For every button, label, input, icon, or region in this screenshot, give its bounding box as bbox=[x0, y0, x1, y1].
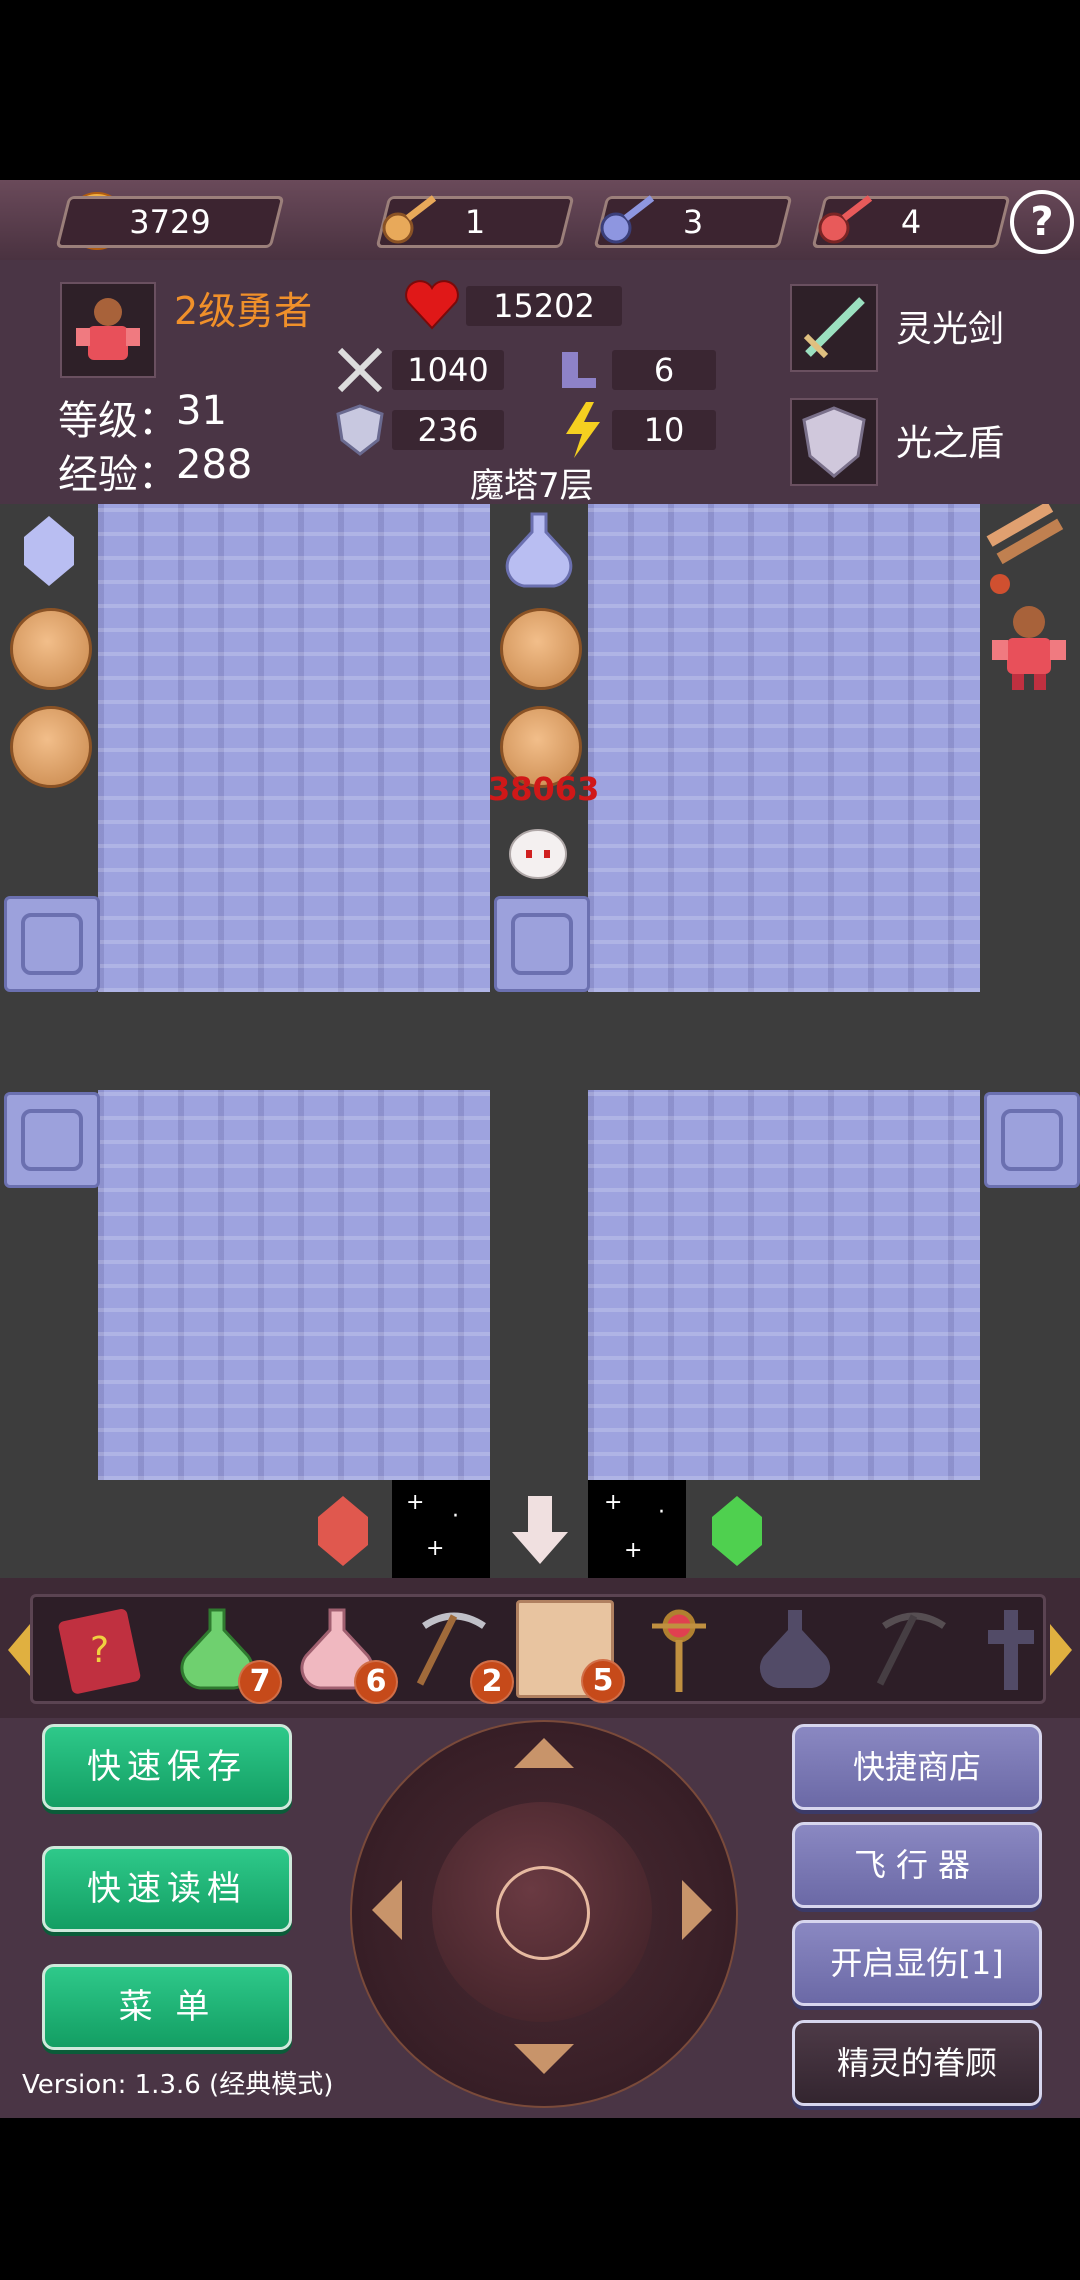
shield-slot[interactable] bbox=[790, 398, 878, 486]
green-potion-item[interactable]: 7 bbox=[168, 1600, 282, 1704]
door-item-count: 5 bbox=[581, 1659, 625, 1703]
hero-title: 2级勇者 bbox=[174, 289, 313, 333]
hp-value: 15202 bbox=[466, 286, 622, 326]
starry-void: + · + bbox=[392, 1480, 490, 1578]
exp-value: 288 bbox=[176, 442, 253, 488]
dpad-left-arrow[interactable] bbox=[372, 1880, 402, 1940]
yellow-key-icon bbox=[382, 195, 437, 244]
level-value: 31 bbox=[176, 388, 227, 434]
dark-pickaxe-item[interactable] bbox=[864, 1600, 962, 1698]
hero-avatar-icon bbox=[76, 298, 140, 360]
floor-label: 魔塔7层 bbox=[470, 466, 594, 506]
pickaxe-count: 2 bbox=[470, 1660, 514, 1704]
attack-swords-icon bbox=[337, 347, 383, 393]
blue-potion-icon bbox=[505, 512, 573, 588]
damage-number: 38063 bbox=[488, 770, 600, 808]
dpad-right-arrow[interactable] bbox=[682, 1880, 712, 1940]
dpad-up-arrow[interactable] bbox=[514, 1738, 574, 1768]
dark-potion-item[interactable] bbox=[746, 1600, 844, 1698]
coin-monster-icon bbox=[10, 706, 92, 788]
defense-value: 236 bbox=[392, 410, 504, 450]
flyer-button[interactable]: 飞行器 bbox=[792, 1822, 1042, 1908]
book-icon: ? bbox=[58, 1609, 141, 1694]
green-potion-count: 7 bbox=[238, 1660, 282, 1704]
gold-value: 3729 bbox=[129, 203, 211, 241]
defense-shield-icon bbox=[336, 404, 384, 456]
wall-block bbox=[98, 504, 490, 992]
blue-door bbox=[4, 1092, 100, 1188]
speed-value: 6 bbox=[612, 350, 716, 390]
lightning-icon bbox=[566, 402, 600, 458]
pickaxe-item[interactable]: 2 bbox=[404, 1600, 514, 1704]
wall-block bbox=[588, 1090, 980, 1480]
menu-button[interactable]: 菜 单 bbox=[42, 1964, 292, 2050]
dpad-down-arrow[interactable] bbox=[514, 2044, 574, 2074]
help-button[interactable]: ? bbox=[1010, 190, 1074, 254]
scepter-icon bbox=[652, 1609, 706, 1692]
monster-manual-item[interactable]: ? bbox=[52, 1600, 150, 1698]
white-slime-icon bbox=[509, 829, 567, 879]
dark-item[interactable] bbox=[982, 1600, 1040, 1698]
attack-value: 1040 bbox=[392, 350, 504, 390]
level-label: 等级： bbox=[58, 398, 178, 444]
wall-block bbox=[98, 1090, 490, 1480]
item-bar-left-arrow[interactable] bbox=[8, 1624, 30, 1676]
quick-shop-button[interactable]: 快捷商店 bbox=[792, 1724, 1042, 1810]
quick-save-button[interactable]: 快速保存 bbox=[42, 1724, 292, 1810]
light-shield-icon bbox=[802, 406, 866, 478]
weapon-name: 灵光剑 bbox=[896, 309, 1005, 350]
blue-door bbox=[4, 896, 100, 992]
blue-door bbox=[984, 1092, 1080, 1188]
heart-icon bbox=[405, 280, 459, 330]
dark-potion-icon bbox=[759, 1610, 831, 1688]
show-damage-button[interactable]: 开启显伤[1] bbox=[792, 1920, 1042, 2006]
shield-name: 光之盾 bbox=[896, 423, 1005, 464]
door-item[interactable]: 5 bbox=[516, 1600, 625, 1703]
starry-void: + · + bbox=[588, 1480, 686, 1578]
gold-counter: 3729 bbox=[55, 196, 285, 248]
dark-pickaxe-icon bbox=[876, 1612, 946, 1686]
sword-icon bbox=[803, 297, 865, 359]
wall-block bbox=[588, 504, 980, 992]
hero-sprite-icon bbox=[992, 606, 1066, 690]
magic-value: 10 bbox=[612, 410, 716, 450]
stairs-down-arrow-icon bbox=[512, 1496, 568, 1564]
speed-boots-icon bbox=[562, 352, 596, 388]
red-key-icon bbox=[818, 195, 873, 244]
staircase-up-icon bbox=[986, 504, 1064, 594]
quick-load-button[interactable]: 快速读档 bbox=[42, 1846, 292, 1932]
dark-cross-icon bbox=[988, 1610, 1034, 1690]
joystick-center-ring bbox=[496, 1866, 590, 1960]
weapon-slot[interactable] bbox=[790, 284, 878, 372]
hero-portrait bbox=[60, 282, 156, 378]
exp-label: 经验： bbox=[58, 452, 178, 498]
version-label: Version: 1.3.6 (经典模式) bbox=[22, 2070, 334, 2100]
pink-potion-count: 6 bbox=[354, 1660, 398, 1704]
coin-monster-icon bbox=[500, 608, 582, 690]
pink-potion-item[interactable]: 6 bbox=[288, 1600, 398, 1704]
blue-key-icon bbox=[600, 195, 655, 244]
item-bar-right-arrow[interactable] bbox=[1050, 1624, 1072, 1676]
spirit-favor-button[interactable]: 精灵的眷顾 bbox=[792, 2020, 1042, 2106]
coin-monster-icon bbox=[10, 608, 92, 690]
blue-door bbox=[494, 896, 590, 992]
scepter-item[interactable] bbox=[630, 1600, 728, 1698]
svg-text:?: ? bbox=[90, 1630, 109, 1671]
